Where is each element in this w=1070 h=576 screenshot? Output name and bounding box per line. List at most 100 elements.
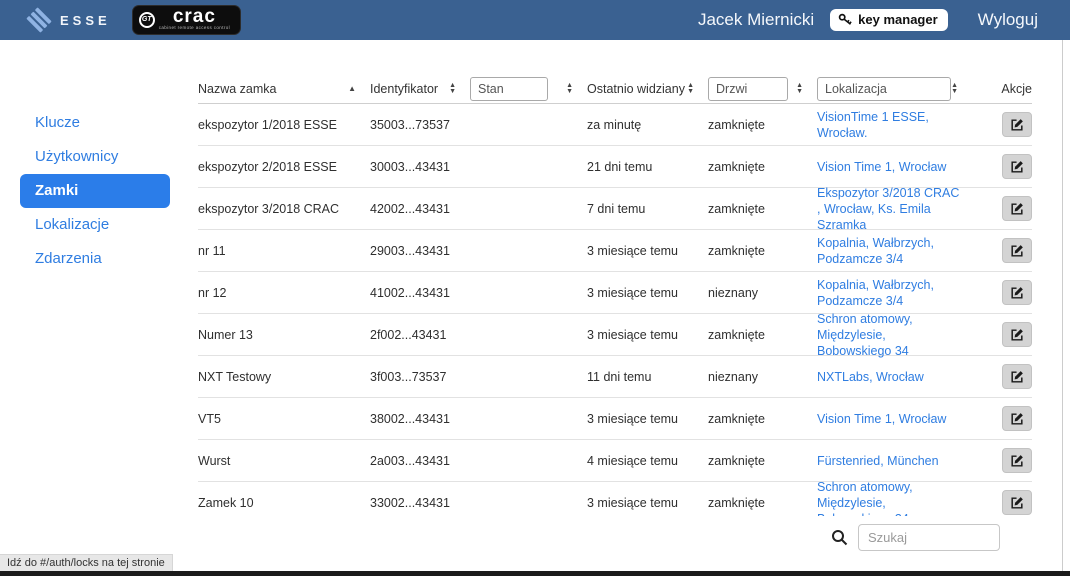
sidebar-item-klucze[interactable]: Klucze: [20, 106, 170, 140]
column-header-location: Lokalizacja ▲▼: [817, 77, 972, 101]
lock-door-state: zamknięte: [708, 160, 817, 174]
lock-name: NXT Testowy: [198, 370, 370, 384]
lock-identifier: 35003...73537: [370, 118, 470, 132]
lock-identifier: 2a003...43431: [370, 454, 470, 468]
location-link[interactable]: Ekspozytor 3/2018 CRAC , Wrocław, Ks. Em…: [817, 185, 972, 233]
lock-identifier: 38002...43431: [370, 412, 470, 426]
lock-name: Zamek 10: [198, 496, 370, 510]
lock-last-seen: 3 miesiące temu: [587, 412, 708, 426]
edit-icon: [1010, 244, 1024, 258]
top-navigation-bar: ESSE GT crac cabinet remote access contr…: [0, 0, 1070, 40]
lock-identifier: 29003...43431: [370, 244, 470, 258]
lock-last-seen: 3 miesiące temu: [587, 328, 708, 342]
lock-last-seen: 11 dni temu: [587, 370, 708, 384]
table-row: Numer 13 2f002...43431 3 miesiące temu z…: [198, 314, 1032, 356]
column-header-last-seen[interactable]: Ostatnio widziany ▲▼: [587, 82, 708, 96]
logout-link[interactable]: Wyloguj: [978, 10, 1038, 30]
table-row: Wurst 2a003...43431 4 miesiące temu zamk…: [198, 440, 1032, 482]
crac-circle-icon: GT: [139, 12, 155, 28]
key-icon: [838, 13, 853, 26]
edit-lock-button[interactable]: [1002, 490, 1032, 515]
lock-last-seen: 3 miesiące temu: [587, 286, 708, 300]
search-icon: [831, 529, 848, 546]
locks-table: Nazwa zamka ▲ Identyfikator ▲▼ Stan ▲▼ O…: [198, 40, 1032, 551]
location-link[interactable]: Kopalnia, Wałbrzych, Podzamcze 3/4: [817, 277, 972, 309]
lock-last-seen: 3 miesiące temu: [587, 244, 708, 258]
door-filter-input[interactable]: Drzwi: [708, 77, 788, 101]
app-screen: ESSE GT crac cabinet remote access contr…: [0, 0, 1070, 576]
crac-logo-subtext: cabinet remote access control: [159, 26, 230, 31]
lock-door-state: nieznany: [708, 286, 817, 300]
esse-logo: ESSE: [26, 7, 111, 33]
esse-chevron-icon: [26, 7, 52, 33]
scrollbar-track[interactable]: [1062, 40, 1063, 571]
edit-icon: [1010, 328, 1024, 342]
lock-name: nr 12: [198, 286, 370, 300]
table-row: ekspozytor 2/2018 ESSE 30003...43431 21 …: [198, 146, 1032, 188]
lock-name: ekspozytor 3/2018 CRAC: [198, 202, 370, 216]
edit-lock-button[interactable]: [1002, 154, 1032, 179]
column-header-identifier[interactable]: Identyfikator ▲▼: [370, 82, 470, 96]
edit-icon: [1010, 370, 1024, 384]
lock-door-state: zamknięte: [708, 244, 817, 258]
edit-lock-button[interactable]: [1002, 364, 1032, 389]
sidebar-item-uzytkownicy[interactable]: Użytkownicy: [20, 140, 170, 174]
column-header-actions: Akcje: [972, 82, 1032, 96]
lock-identifier: 41002...43431: [370, 286, 470, 300]
key-manager-button[interactable]: key manager: [830, 9, 948, 31]
sort-asc-icon[interactable]: ▲: [348, 85, 356, 93]
location-link[interactable]: Fürstenried, München: [817, 453, 949, 469]
location-link[interactable]: Vision Time 1, Wrocław: [817, 411, 956, 427]
lock-door-state: zamknięte: [708, 454, 817, 468]
edit-lock-button[interactable]: [1002, 448, 1032, 473]
lock-identifier: 30003...43431: [370, 160, 470, 174]
edit-icon: [1010, 160, 1024, 174]
edit-lock-button[interactable]: [1002, 238, 1032, 263]
location-link[interactable]: Schron atomowy, Międzylesie, Bobowskiego…: [817, 479, 972, 517]
sort-icon[interactable]: ▲▼: [566, 83, 573, 95]
sidebar-item-zdarzenia[interactable]: Zdarzenia: [20, 242, 170, 276]
table-header-row: Nazwa zamka ▲ Identyfikator ▲▼ Stan ▲▼ O…: [198, 74, 1032, 104]
sidebar-nav: KluczeUżytkownicyZamkiLokalizacjeZdarzen…: [0, 40, 198, 276]
edit-lock-button[interactable]: [1002, 196, 1032, 221]
search-input[interactable]: [858, 524, 1000, 551]
edit-lock-button[interactable]: [1002, 322, 1032, 347]
lock-name: Wurst: [198, 454, 370, 468]
sort-icon[interactable]: ▲▼: [687, 83, 694, 95]
location-link[interactable]: NXTLabs, Wrocław: [817, 369, 934, 385]
table-row: nr 11 29003...43431 3 miesiące temu zamk…: [198, 230, 1032, 272]
sort-icon[interactable]: ▲▼: [951, 83, 958, 95]
lock-name: ekspozytor 1/2018 ESSE: [198, 118, 370, 132]
sidebar-item-lokalizacje[interactable]: Lokalizacje: [20, 208, 170, 242]
lock-name: nr 11: [198, 244, 370, 258]
lock-identifier: 33002...43431: [370, 496, 470, 510]
lock-door-state: zamknięte: [708, 496, 817, 510]
location-link[interactable]: Kopalnia, Wałbrzych, Podzamcze 3/4: [817, 235, 972, 267]
edit-lock-button[interactable]: [1002, 280, 1032, 305]
table-row: Zamek 10 33002...43431 3 miesiące temu z…: [198, 482, 1032, 516]
location-link[interactable]: VisionTime 1 ESSE, Wrocław.: [817, 109, 972, 141]
location-filter-input[interactable]: Lokalizacja: [817, 77, 951, 101]
sidebar-item-zamki[interactable]: Zamki: [20, 174, 170, 208]
sort-icon[interactable]: ▲▼: [796, 83, 803, 95]
lock-name: Numer 13: [198, 328, 370, 342]
esse-logo-text: ESSE: [60, 13, 111, 28]
location-link[interactable]: Schron atomowy, Międzylesie, Bobowskiego…: [817, 311, 972, 359]
lock-identifier: 3f003...73537: [370, 370, 470, 384]
table-row: ekspozytor 1/2018 ESSE 35003...73537 za …: [198, 104, 1032, 146]
edit-icon: [1010, 454, 1024, 468]
state-filter-input[interactable]: Stan: [470, 77, 548, 101]
lock-name: VT5: [198, 412, 370, 426]
location-link[interactable]: Vision Time 1, Wrocław: [817, 159, 956, 175]
lock-last-seen: za minutę: [587, 118, 708, 132]
edit-lock-button[interactable]: [1002, 406, 1032, 431]
lock-door-state: zamknięte: [708, 118, 817, 132]
lock-door-state: nieznany: [708, 370, 817, 384]
lock-last-seen: 7 dni temu: [587, 202, 708, 216]
lock-identifier: 2f002...43431: [370, 328, 470, 342]
edit-lock-button[interactable]: [1002, 112, 1032, 137]
column-header-name[interactable]: Nazwa zamka ▲: [198, 82, 370, 96]
table-search-area: [198, 524, 1032, 551]
window-bottom-edge: [0, 571, 1070, 576]
sort-icon[interactable]: ▲▼: [449, 83, 456, 95]
